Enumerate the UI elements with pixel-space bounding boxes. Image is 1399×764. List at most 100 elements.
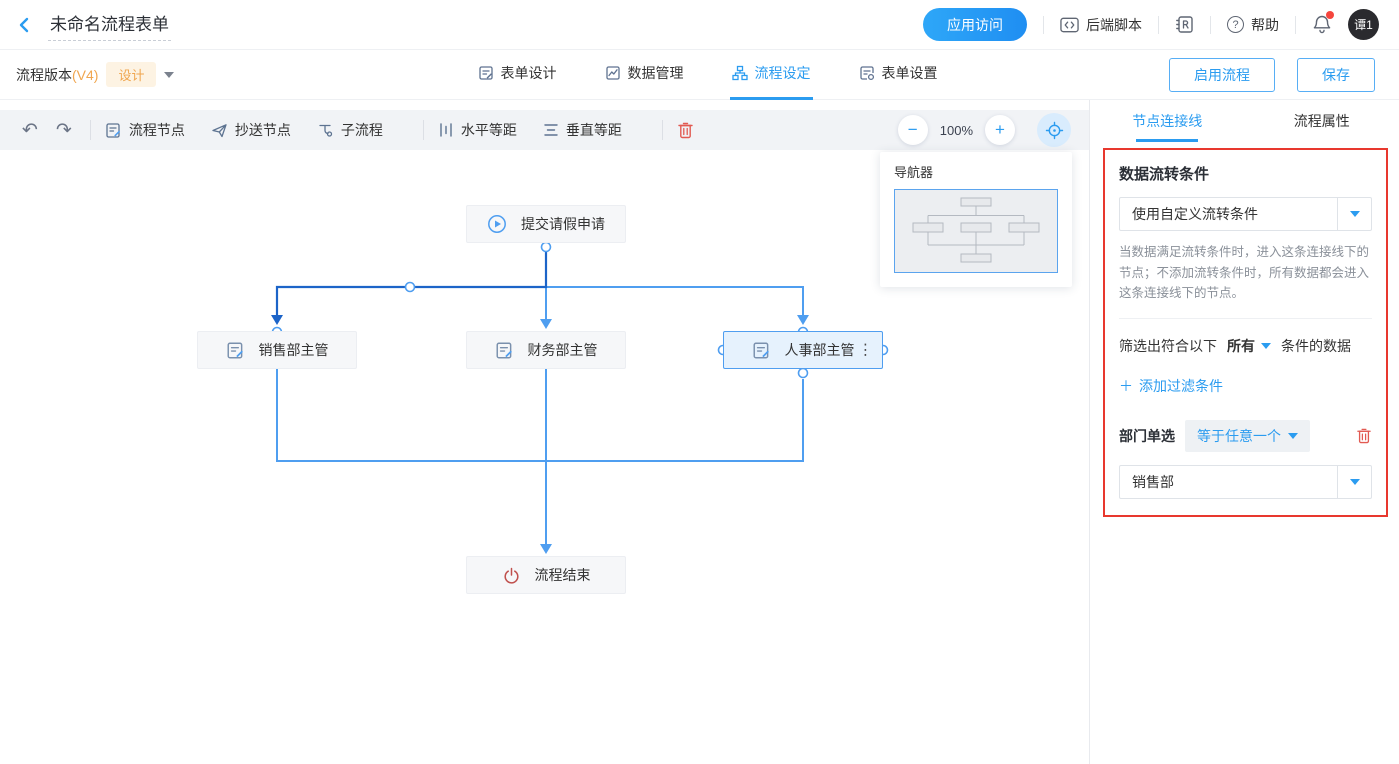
backend-script-button[interactable]: 后端脚本 bbox=[1060, 15, 1142, 35]
plus-icon: ＋ bbox=[1119, 376, 1133, 396]
help-button[interactable]: ? 帮助 bbox=[1227, 15, 1279, 35]
cc-node-label: 抄送节点 bbox=[235, 120, 291, 140]
connection-merge[interactable] bbox=[277, 369, 803, 461]
navigator-minimap[interactable] bbox=[894, 189, 1058, 273]
condition-criterion-row: 部门单选 等于任意一个 bbox=[1119, 420, 1372, 452]
main-tabs: 表单设计 数据管理 流程设定 表单设置 bbox=[246, 50, 1169, 100]
node-end[interactable]: 流程结束 bbox=[466, 556, 626, 594]
delete-button[interactable] bbox=[677, 121, 694, 139]
avatar[interactable]: 谭1 bbox=[1348, 9, 1379, 40]
node-label: 人事部主管 bbox=[785, 340, 855, 360]
properties-panel: 节点连接线 流程属性 数据流转条件 使用自定义流转条件 当数据满足流转条件时，进… bbox=[1090, 100, 1399, 764]
select-arrow bbox=[1337, 466, 1371, 498]
filter-prefix: 筛选出符合以下 bbox=[1119, 336, 1217, 356]
chevron-down-icon bbox=[1350, 479, 1360, 485]
zoom-out-button[interactable]: − bbox=[898, 115, 928, 145]
flow-canvas[interactable]: 提交请假申请 销售部主管 财务部主管 人事部主管 ⋮ bbox=[0, 150, 1089, 764]
page-title[interactable]: 未命名流程表单 bbox=[48, 8, 171, 41]
tab-form-settings[interactable]: 表单设置 bbox=[857, 50, 940, 100]
select-arrow bbox=[1337, 198, 1371, 230]
chevron-left-icon bbox=[16, 16, 34, 34]
locate-button[interactable] bbox=[1037, 113, 1071, 147]
divider bbox=[423, 120, 424, 140]
condition-field-label: 部门单选 bbox=[1119, 426, 1175, 446]
condition-operator-dropdown[interactable]: 等于任意一个 bbox=[1185, 420, 1310, 452]
notification-button[interactable] bbox=[1312, 14, 1332, 35]
subflow-icon bbox=[317, 122, 334, 139]
notification-dot bbox=[1326, 11, 1334, 19]
enable-flow-button[interactable]: 启用流程 bbox=[1169, 58, 1275, 92]
paper-plane-icon bbox=[211, 122, 228, 139]
chevron-down-icon bbox=[1288, 433, 1298, 439]
code-icon bbox=[1060, 17, 1079, 33]
save-button[interactable]: 保存 bbox=[1297, 58, 1375, 92]
back-button[interactable] bbox=[16, 16, 34, 34]
tab-label: 表单设计 bbox=[501, 63, 557, 83]
add-filter-button[interactable]: ＋ 添加过滤条件 bbox=[1119, 376, 1372, 396]
tab-label: 数据管理 bbox=[628, 63, 684, 83]
chevron-down-icon bbox=[1350, 211, 1360, 217]
node-sales-manager[interactable]: 销售部主管 bbox=[197, 331, 357, 369]
vertical-spacing-tool[interactable]: 垂直等距 bbox=[543, 120, 622, 140]
line-midpoint-handle[interactable] bbox=[406, 283, 415, 292]
arrowhead bbox=[797, 315, 809, 325]
approval-form-icon bbox=[495, 341, 514, 360]
tab-label: 表单设置 bbox=[882, 63, 938, 83]
node-start[interactable]: 提交请假申请 bbox=[466, 205, 626, 243]
subflow-tool[interactable]: 子流程 bbox=[317, 120, 383, 140]
flow-node-tool[interactable]: 流程节点 bbox=[105, 120, 185, 140]
version-label: 流程版本(V4) bbox=[16, 65, 98, 85]
section-title: 数据流转条件 bbox=[1119, 163, 1372, 184]
node-hr-manager[interactable]: 人事部主管 ⋮ bbox=[723, 331, 883, 369]
condition-description: 当数据满足流转条件时，进入这条连接线下的节点；不添加流转条件时，所有数据都会进入… bbox=[1119, 242, 1372, 304]
add-filter-label: 添加过滤条件 bbox=[1139, 376, 1223, 396]
tab-form-design[interactable]: 表单设计 bbox=[476, 50, 559, 100]
design-badge[interactable]: 设计 bbox=[106, 62, 156, 87]
filter-mode-dropdown[interactable]: 所有 bbox=[1227, 336, 1271, 356]
tab-flow-setting[interactable]: 流程设定 bbox=[730, 50, 813, 100]
version-cluster: 流程版本(V4) 设计 bbox=[16, 62, 246, 87]
flow-node-icon bbox=[105, 122, 122, 139]
divider bbox=[90, 120, 91, 140]
chevron-down-icon[interactable] bbox=[164, 72, 174, 78]
condition-mode-select[interactable]: 使用自定义流转条件 bbox=[1119, 197, 1372, 231]
horizontal-spacing-tool[interactable]: 水平等距 bbox=[438, 120, 517, 140]
canvas-column: ↶ ↷ 流程节点 抄送节点 子流程 bbox=[0, 100, 1090, 764]
data-manage-icon bbox=[605, 65, 621, 81]
select-value: 使用自定义流转条件 bbox=[1120, 204, 1337, 224]
undo-button[interactable]: ↶ bbox=[18, 121, 42, 140]
operator-value: 等于任意一个 bbox=[1197, 426, 1281, 446]
port-start-bottom[interactable] bbox=[542, 243, 551, 252]
power-icon bbox=[502, 566, 521, 585]
connection-start-hr[interactable] bbox=[546, 287, 803, 315]
delete-condition-button[interactable] bbox=[1356, 427, 1372, 444]
horizontal-spacing-icon bbox=[438, 122, 454, 138]
redo-button[interactable]: ↷ bbox=[52, 121, 76, 140]
approval-form-icon bbox=[752, 341, 771, 360]
tab-data-manage[interactable]: 数据管理 bbox=[603, 50, 686, 100]
chevron-down-icon bbox=[1261, 343, 1271, 349]
minimap-preview bbox=[896, 191, 1056, 271]
filter-mode-value: 所有 bbox=[1227, 336, 1255, 356]
tab-node-connection[interactable]: 节点连接线 bbox=[1090, 100, 1245, 142]
approval-form-icon bbox=[226, 341, 245, 360]
tab-flow-properties[interactable]: 流程属性 bbox=[1245, 100, 1399, 142]
zoom-in-button[interactable]: + bbox=[985, 115, 1015, 145]
version-tag: (V4) bbox=[72, 67, 98, 83]
canvas-toolbar: ↶ ↷ 流程节点 抄送节点 子流程 bbox=[0, 110, 1089, 150]
flow-setting-icon bbox=[732, 65, 748, 81]
condition-value-select[interactable]: 销售部 bbox=[1119, 465, 1372, 499]
trash-icon bbox=[1356, 427, 1372, 444]
backend-script-label: 后端脚本 bbox=[1086, 15, 1142, 35]
node-finance-manager[interactable]: 财务部主管 bbox=[466, 331, 626, 369]
question-icon: ? bbox=[1227, 16, 1244, 33]
cc-node-tool[interactable]: 抄送节点 bbox=[211, 120, 291, 140]
subheader: 流程版本(V4) 设计 表单设计 数据管理 流程设定 表单设置 bbox=[0, 50, 1399, 100]
port-hr-bottom[interactable] bbox=[799, 369, 808, 378]
address-book-button[interactable] bbox=[1175, 15, 1194, 34]
divider bbox=[1158, 16, 1159, 34]
app-access-button[interactable]: 应用访问 bbox=[923, 8, 1027, 41]
node-menu-button[interactable]: ⋮ bbox=[858, 343, 873, 358]
horizontal-spacing-label: 水平等距 bbox=[461, 120, 517, 140]
filter-suffix: 条件的数据 bbox=[1281, 336, 1351, 356]
